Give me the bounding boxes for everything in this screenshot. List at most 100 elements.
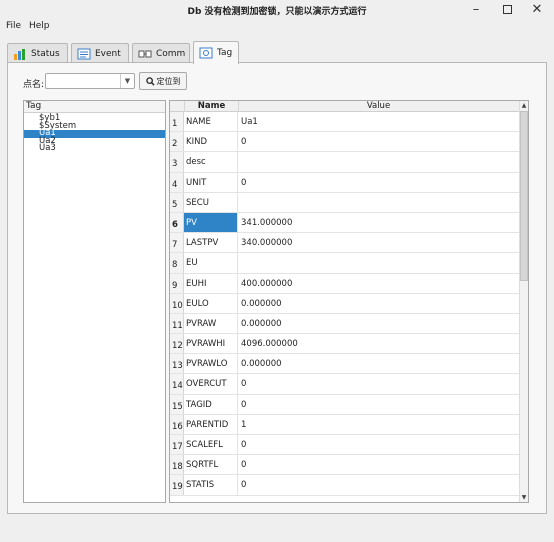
row-value[interactable]: 4096.000000 xyxy=(238,334,520,353)
row-value[interactable]: 0 xyxy=(238,455,520,474)
row-name: PVRAW xyxy=(184,313,238,334)
row-number: 12 xyxy=(170,334,184,354)
row-name: PV xyxy=(184,212,238,233)
row-name: NAME xyxy=(184,112,238,132)
row-value[interactable]: 1 xyxy=(238,415,520,434)
row-value[interactable] xyxy=(238,152,520,171)
table-row[interactable]: 14 OVERCUT 0 xyxy=(170,374,520,395)
row-value[interactable]: 0 xyxy=(238,435,520,454)
table-row[interactable]: 4 UNIT 0 xyxy=(170,172,520,193)
status-icon xyxy=(14,48,25,60)
table-row-selected[interactable]: 6 PV 341.000000 xyxy=(170,212,520,234)
row-value[interactable]: 400.000000 xyxy=(238,274,520,293)
row-number: 3 xyxy=(170,152,184,172)
tree-item[interactable]: Ua3 xyxy=(24,144,165,153)
row-number: 5 xyxy=(170,192,184,212)
row-name: PVRAWHI xyxy=(184,334,238,354)
tab-status[interactable]: Status xyxy=(7,43,68,63)
tag-tree: Tag $yb1 $System Ua1 Ua2 Ua3 xyxy=(23,100,166,503)
menu-help[interactable]: Help xyxy=(29,21,50,31)
table-row[interactable]: 18 SQRTFL 0 xyxy=(170,455,520,476)
chevron-down-icon[interactable]: ▼ xyxy=(120,74,134,88)
comm-icon xyxy=(138,50,152,57)
row-number: 18 xyxy=(170,455,184,475)
minimize-icon[interactable]: – xyxy=(464,1,488,19)
tab-comm[interactable]: Comm xyxy=(132,43,190,63)
row-value[interactable]: Ua1 xyxy=(238,112,520,131)
row-name: STATIS xyxy=(184,475,238,495)
property-grid: Name Value 1 NAME Ua1 2 KIND 0 3 desc 4 UNIT 0 … xyxy=(169,100,529,503)
table-row[interactable]: 9 EUHI 400.000000 xyxy=(170,273,520,294)
row-number: 13 xyxy=(170,354,184,374)
row-value[interactable]: 0 xyxy=(238,173,520,192)
column-header-value[interactable]: Value xyxy=(238,101,518,112)
search-icon xyxy=(145,76,155,86)
tab-status-label: Status xyxy=(31,48,60,59)
table-row[interactable]: 19 STATIS 0 xyxy=(170,475,520,496)
row-value[interactable] xyxy=(238,253,520,272)
row-number: 14 xyxy=(170,374,184,394)
row-value[interactable] xyxy=(238,193,520,212)
row-value[interactable]: 340.000000 xyxy=(238,233,520,252)
tag-search-combo[interactable]: ▼ xyxy=(45,73,135,89)
scroll-up-icon[interactable]: ▲ xyxy=(520,101,528,110)
column-header-name[interactable]: Name xyxy=(184,101,238,112)
row-name: PVRAWLO xyxy=(184,354,238,374)
row-name: TAGID xyxy=(184,394,238,414)
close-icon[interactable]: ✕ xyxy=(525,1,549,19)
table-row[interactable]: 5 SECU xyxy=(170,192,520,213)
row-number: 8 xyxy=(170,253,184,273)
table-row[interactable]: 12 PVRAWHI 4096.000000 xyxy=(170,334,520,355)
tab-tag[interactable]: Tag xyxy=(193,41,239,64)
row-value[interactable]: 0.000000 xyxy=(238,294,520,313)
table-row[interactable]: 17 SCALEFL 0 xyxy=(170,435,520,456)
row-value[interactable]: 0 xyxy=(238,475,520,494)
locate-button[interactable]: 定位到 xyxy=(139,72,187,90)
menu-file[interactable]: File xyxy=(6,21,21,31)
row-value[interactable]: 0 xyxy=(238,132,520,151)
table-row[interactable]: 15 TAGID 0 xyxy=(170,394,520,415)
table-row[interactable]: 16 PARENTID 1 xyxy=(170,414,520,435)
row-name: EUHI xyxy=(184,273,238,293)
row-number: 9 xyxy=(170,273,184,293)
row-number: 15 xyxy=(170,394,184,414)
title-bar: Db 没有检测到加密锁，只能以演示方式运行 – ✕ xyxy=(0,0,554,20)
maximize-icon[interactable] xyxy=(495,1,519,19)
row-number: 19 xyxy=(170,475,184,495)
grid-header: Name Value xyxy=(170,101,528,112)
row-value[interactable]: 0 xyxy=(238,374,520,393)
row-name: EU xyxy=(184,253,238,273)
tab-tag-label: Tag xyxy=(217,48,233,58)
vertical-scrollbar[interactable]: ▲ ▼ xyxy=(519,101,528,502)
row-value[interactable]: 0.000000 xyxy=(238,314,520,333)
scrollbar-thumb[interactable] xyxy=(520,111,528,281)
table-row[interactable]: 7 LASTPV 340.000000 xyxy=(170,233,520,254)
event-icon xyxy=(77,48,91,59)
table-row[interactable]: 11 PVRAW 0.000000 xyxy=(170,313,520,335)
row-name: EULO xyxy=(184,293,238,313)
row-number: 11 xyxy=(170,313,184,334)
table-row[interactable]: 3 desc xyxy=(170,152,520,173)
scroll-down-icon[interactable]: ▼ xyxy=(520,493,528,502)
row-value[interactable]: 0.000000 xyxy=(238,354,520,373)
row-name: PARENTID xyxy=(184,414,238,434)
row-name: UNIT xyxy=(184,172,238,192)
search-label: 点名: xyxy=(23,80,45,90)
tab-event-label: Event xyxy=(95,48,121,59)
table-row[interactable]: 2 KIND 0 xyxy=(170,132,520,153)
table-row[interactable]: 8 EU xyxy=(170,253,520,274)
table-row[interactable]: 10 EULO 0.000000 xyxy=(170,293,520,314)
row-value[interactable]: 0 xyxy=(238,395,520,414)
tab-comm-label: Comm xyxy=(156,48,186,59)
row-number: 16 xyxy=(170,414,184,434)
row-name: LASTPV xyxy=(184,233,238,253)
row-name: SCALEFL xyxy=(184,435,238,455)
row-value[interactable]: 341.000000 xyxy=(238,213,520,232)
locate-button-label: 定位到 xyxy=(156,76,181,86)
table-row[interactable]: 1 NAME Ua1 xyxy=(170,112,520,133)
tag-panel: 点名: ▼ 定位到 Tag $yb1 $System Ua1 Ua2 Ua3 N… xyxy=(7,62,547,514)
tab-event[interactable]: Event xyxy=(71,43,129,63)
tag-icon xyxy=(199,47,213,59)
grid-body: 1 NAME Ua1 2 KIND 0 3 desc 4 UNIT 0 5 SECU 6 PV 34… xyxy=(170,112,520,496)
table-row[interactable]: 13 PVRAWLO 0.000000 xyxy=(170,354,520,375)
